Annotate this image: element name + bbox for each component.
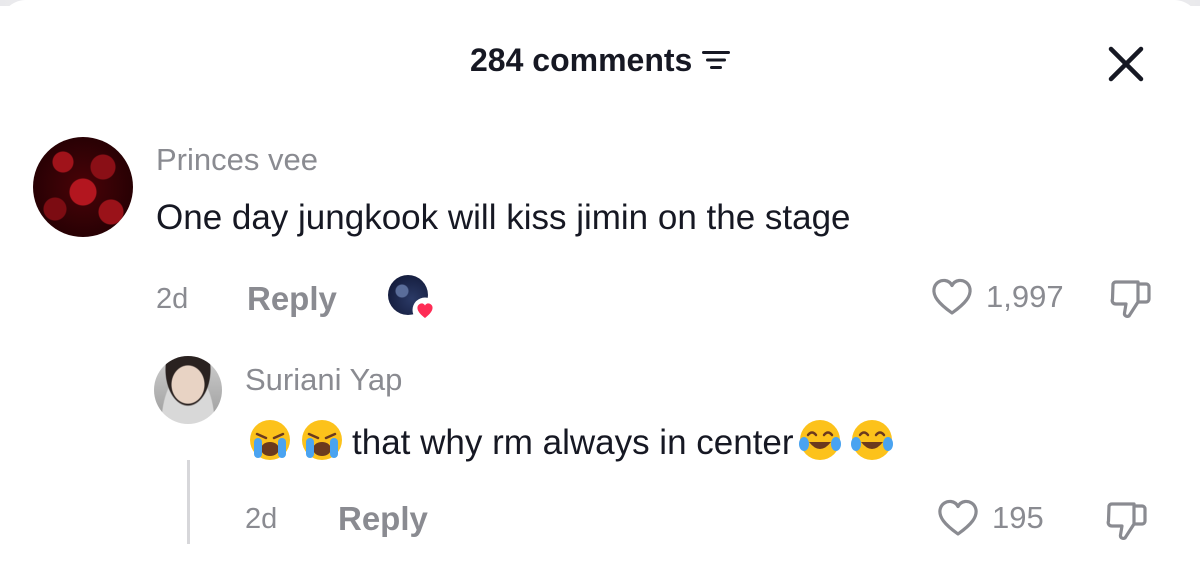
crying-face-icon — [302, 420, 342, 460]
heart-outline-icon — [932, 278, 972, 315]
reply-text: that why rm always in center — [352, 423, 794, 462]
like-button[interactable]: 1,997 — [930, 277, 1064, 317]
comments-sheet: 284 comments Princes vee One day jungkoo… — [0, 0, 1200, 566]
like-button[interactable]: 195 — [936, 498, 1044, 538]
avatar[interactable] — [33, 137, 133, 237]
heart-icon — [412, 297, 438, 323]
comment-count-label: 284 comments — [470, 41, 693, 78]
comment-age: 2d — [156, 283, 189, 315]
sort-icon[interactable] — [700, 48, 732, 72]
like-count: 1,997 — [986, 279, 1064, 314]
thumbs-down-icon[interactable] — [1104, 498, 1150, 544]
reply-button[interactable]: Reply — [338, 500, 428, 538]
creator-liked-badge — [388, 275, 438, 323]
thread-line — [187, 460, 190, 544]
close-icon — [1108, 46, 1144, 82]
close-button[interactable] — [1100, 38, 1152, 90]
thumbs-down-icon[interactable] — [1108, 276, 1154, 322]
laughing-face-icon — [798, 420, 841, 460]
reply-text-line: that why rm always in center — [248, 418, 902, 463]
comment-text: One day jungkook will kiss jimin on the … — [156, 198, 851, 237]
crying-face-icon — [250, 420, 290, 460]
reply-username[interactable]: Suriani Yap — [245, 362, 402, 398]
reply-age: 2d — [245, 503, 278, 535]
laughing-face-icon — [850, 420, 893, 460]
reply-button[interactable]: Reply — [247, 280, 337, 318]
like-count: 195 — [992, 500, 1044, 535]
heart-outline-icon — [938, 499, 978, 536]
avatar[interactable] — [154, 356, 222, 424]
comment-username[interactable]: Princes vee — [156, 142, 318, 178]
comments-header: 284 comments — [470, 38, 732, 82]
